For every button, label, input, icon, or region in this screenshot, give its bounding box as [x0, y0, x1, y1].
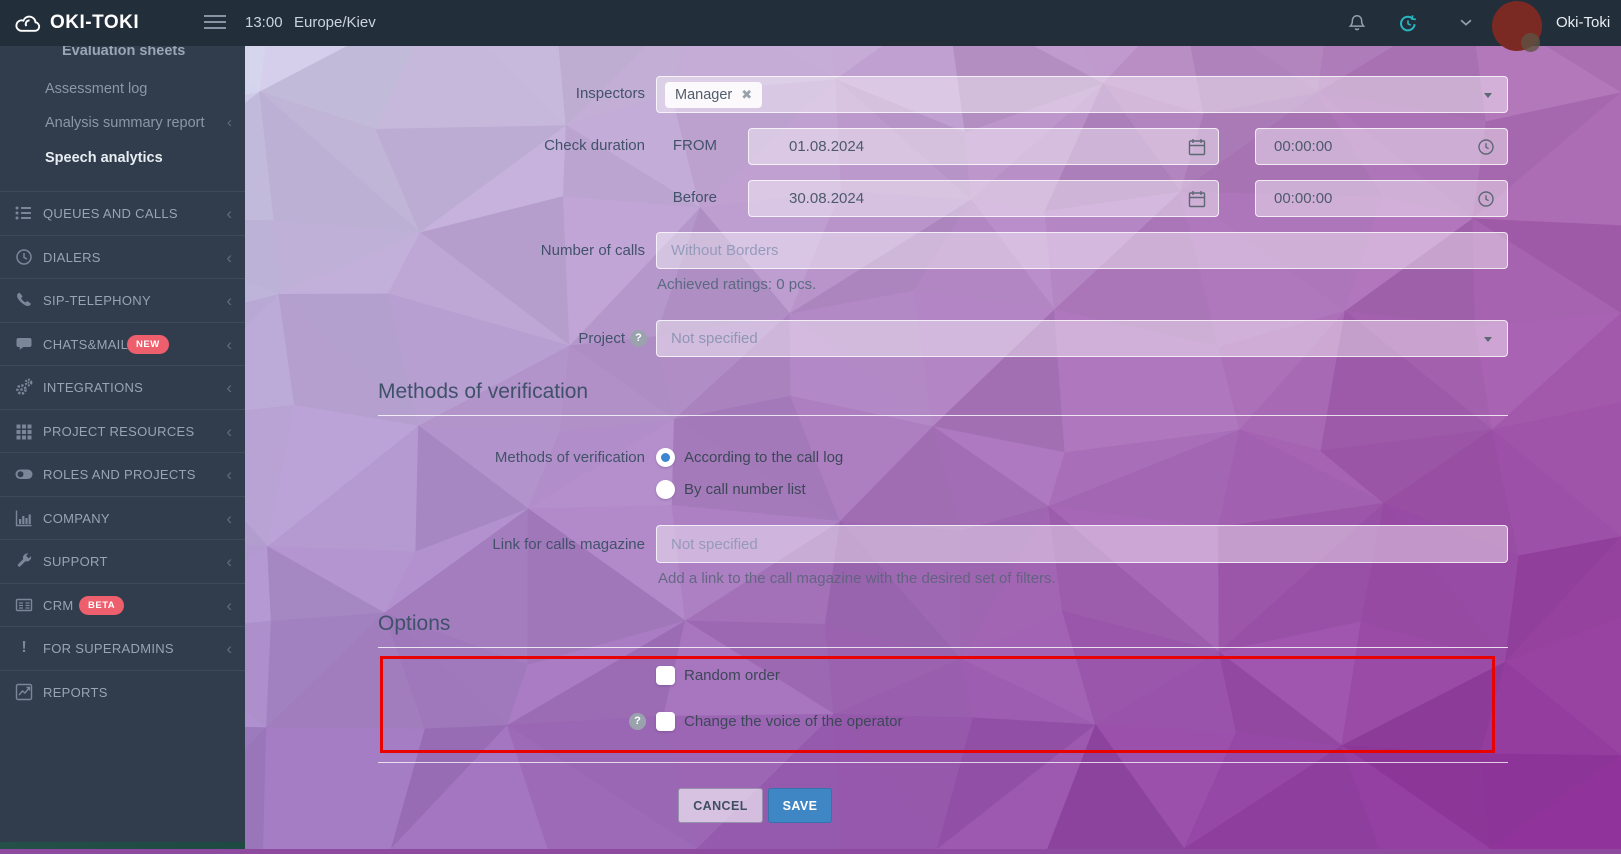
chat-icon [14, 334, 34, 354]
exclamation-icon: ! [14, 638, 34, 658]
user-name: Oki-Toki [1556, 0, 1610, 46]
from-date-input[interactable]: 01.08.2024 [748, 128, 1219, 165]
header-time: 13:00 [245, 0, 283, 46]
checkbox-random-order-label: Random order [684, 667, 780, 684]
sidebar-item-roles-and-projects[interactable]: ROLES AND PROJECTS ‹ [0, 452, 245, 495]
project-label: Project [300, 330, 625, 347]
link-helper-text: Add a link to the call magazine with the… [658, 570, 1056, 587]
cancel-button[interactable]: CANCEL [678, 788, 763, 823]
chip-remove-icon[interactable]: ✖ [741, 87, 752, 102]
calendar-icon [1187, 189, 1207, 209]
radio-number-list-label: By call number list [684, 481, 806, 498]
chevron-left-icon: ‹ [226, 627, 232, 670]
number-of-calls-label: Number of calls [300, 242, 645, 259]
beta-badge: BETA [79, 596, 124, 615]
before-time-input[interactable]: 00:00:00 [1255, 180, 1508, 217]
methods-label: Methods of verification [300, 449, 645, 466]
sidebar-item-integrations[interactable]: INTEGRATIONS ‹ [0, 365, 245, 408]
sidebar-item-queues-and-calls[interactable]: QUEUES AND CALLS ‹ [0, 191, 245, 234]
list-icon [14, 203, 34, 223]
sidebar-item-assessment-log[interactable]: Assessment log [0, 76, 245, 102]
phone-icon [14, 290, 34, 310]
help-icon[interactable]: ? [630, 330, 647, 347]
achieved-ratings-text: Achieved ratings: 0 pcs. [657, 276, 816, 293]
avatar-status-dot [1521, 33, 1540, 52]
inspectors-chip: Manager✖ [665, 82, 762, 108]
save-button[interactable]: SAVE [768, 788, 832, 823]
options-section-title: Options [378, 612, 1508, 648]
help-icon[interactable]: ? [629, 713, 646, 730]
checkbox-random-order[interactable] [656, 666, 675, 685]
chevron-left-icon: ‹ [226, 410, 232, 453]
toggle-icon [14, 464, 34, 484]
sidebar-item-evaluation-sheets[interactable]: Evaluation sheets [0, 46, 245, 64]
chevron-left-icon: ‹ [226, 497, 232, 540]
chevron-left-icon: ‹ [226, 584, 232, 627]
history-icon[interactable] [1398, 13, 1418, 33]
line-chart-icon [14, 682, 34, 702]
clock-icon [1476, 137, 1496, 157]
radio-call-log[interactable] [656, 448, 675, 467]
project-select[interactable]: Not specified [656, 320, 1508, 357]
check-duration-label: Check duration [300, 137, 645, 154]
chevron-left-icon: ‹ [226, 540, 232, 583]
clock-icon [14, 247, 34, 267]
sidebar-item-project-resources[interactable]: PROJECT RESOURCES ‹ [0, 409, 245, 452]
chevron-left-icon: ‹ [226, 366, 232, 409]
chevron-down-icon [1484, 93, 1492, 98]
brand-logo[interactable]: OKI-TOKI [14, 0, 139, 46]
sidebar: Evaluation sheets Assessment log Analysi… [0, 46, 245, 849]
footer-divider [378, 762, 1508, 763]
header-timezone: Europe/Kiev [294, 0, 376, 46]
radio-call-log-label: According to the call log [684, 449, 843, 466]
bar-chart-icon [14, 508, 34, 528]
sidebar-item-reports[interactable]: REPORTS [0, 670, 245, 713]
sidebar-item-support[interactable]: SUPPORT ‹ [0, 539, 245, 582]
clock-icon [1476, 189, 1496, 209]
chevron-left-icon: ‹ [226, 453, 232, 496]
avatar[interactable] [1492, 1, 1542, 51]
from-time-input[interactable]: 00:00:00 [1255, 128, 1508, 165]
new-badge: NEW [127, 335, 169, 354]
from-label: FROM [650, 137, 717, 154]
chevron-down-icon[interactable] [1460, 19, 1472, 27]
brand-name: OKI-TOKI [50, 12, 139, 34]
checkbox-change-voice-label: Change the voice of the operator [684, 713, 902, 730]
chevron-left-icon: ‹ [226, 279, 232, 322]
chevron-left-icon: ‹ [226, 192, 232, 235]
bell-icon[interactable] [1347, 13, 1367, 33]
inspectors-label: Inspectors [300, 85, 645, 102]
chevron-left-icon: ‹ [227, 110, 232, 136]
grid-icon [14, 421, 34, 441]
checkbox-change-voice[interactable] [656, 712, 675, 731]
sidebar-item-crm[interactable]: CRM BETA ‹ [0, 583, 245, 626]
gears-icon [14, 377, 34, 397]
sidebar-item-analysis-summary-report[interactable]: Analysis summary report‹ [0, 110, 245, 136]
crm-card-icon [14, 595, 34, 615]
sidebar-item-dialers[interactable]: DIALERS ‹ [0, 235, 245, 278]
sidebar-item-company[interactable]: COMPANY ‹ [0, 496, 245, 539]
chevron-left-icon: ‹ [226, 323, 232, 366]
number-of-calls-input[interactable] [656, 232, 1508, 269]
before-label: Before [650, 189, 717, 206]
hamburger-icon[interactable] [204, 15, 226, 33]
before-date-input[interactable]: 30.08.2024 [748, 180, 1219, 217]
top-bar: OKI-TOKI 13:00 Europe/Kiev Oki-Toki [0, 0, 1621, 46]
inspectors-select[interactable]: Manager✖ [656, 76, 1508, 113]
wrench-icon [14, 551, 34, 571]
sidebar-item-for-superadmins[interactable]: ! FOR SUPERADMINS ‹ [0, 626, 245, 669]
chevron-left-icon: ‹ [226, 236, 232, 279]
sidebar-item-speech-analytics[interactable]: Speech analytics [0, 145, 245, 171]
cloud-icon [14, 12, 42, 35]
methods-section-title: Methods of verification [378, 380, 1508, 416]
sidebar-item-sip-telephony[interactable]: SIP-TELEPHONY ‹ [0, 278, 245, 321]
calendar-icon [1187, 137, 1207, 157]
sidebar-item-chats-and-mail[interactable]: CHATS&MAIL NEW ‹ [0, 322, 245, 365]
radio-number-list[interactable] [656, 480, 675, 499]
link-input[interactable] [656, 525, 1508, 563]
sidebar-bottom-strip [0, 842, 245, 849]
link-label: Link for calls magazine [300, 536, 645, 553]
chevron-down-icon [1484, 337, 1492, 342]
